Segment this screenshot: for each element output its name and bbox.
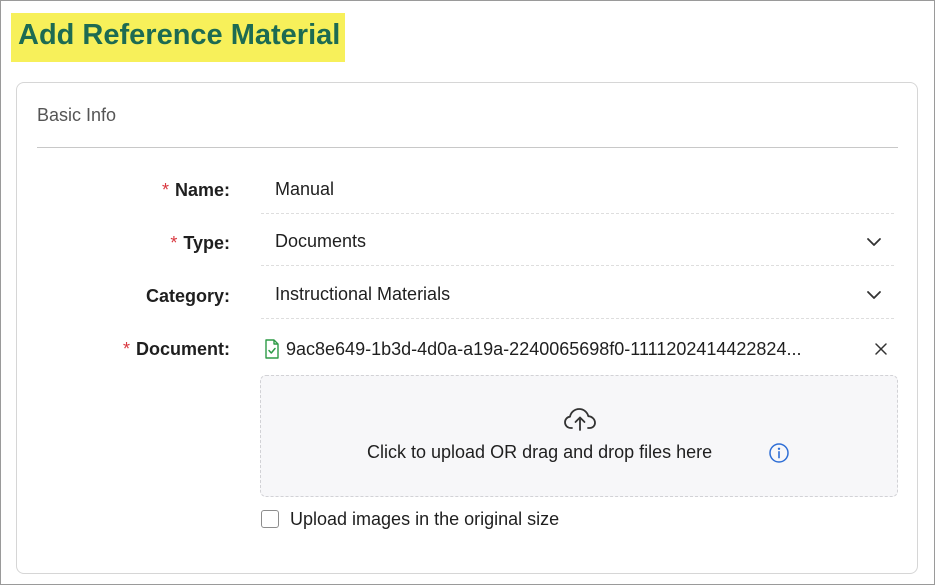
close-icon[interactable] [873, 341, 889, 357]
card-header: Basic Info [37, 105, 117, 125]
type-select[interactable]: Documents [261, 220, 894, 266]
category-select[interactable]: Instructional Materials [261, 273, 894, 319]
uploaded-file-item[interactable]: 9ac8e649-1b3d-4d0a-a19a-2240065698f0-111… [261, 335, 901, 363]
page-title: Add Reference Material [11, 13, 345, 62]
dropzone-instruction: Click to upload OR drag and drop files h… [367, 442, 713, 462]
name-field[interactable]: Manual [261, 168, 894, 214]
uploaded-file-name[interactable]: 9ac8e649-1b3d-4d0a-a19a-2240065698f0-111… [286, 339, 866, 360]
document-label: * Document: [122, 339, 230, 359]
original-size-checkbox[interactable] [261, 510, 279, 528]
required-marker: * [170, 233, 178, 253]
card-divider [37, 147, 898, 148]
original-size-checkbox-label[interactable]: Upload images in the original size [290, 509, 559, 530]
chevron-down-icon[interactable] [866, 234, 882, 250]
info-icon[interactable] [768, 442, 790, 464]
name-label: * Name: [161, 180, 230, 200]
category-label: Category: [145, 286, 230, 306]
chevron-down-icon[interactable] [866, 287, 882, 303]
required-marker: * [161, 180, 169, 200]
cloud-upload-icon [564, 408, 596, 431]
name-input[interactable]: Manual [275, 179, 334, 200]
file-upload-dropzone[interactable]: Click to upload OR drag and drop files h… [260, 375, 898, 497]
required-marker: * [122, 339, 130, 359]
type-select-value: Documents [275, 231, 367, 251]
category-select-value: Instructional Materials [275, 284, 451, 304]
file-check-icon [265, 339, 279, 359]
type-label: * Type: [170, 233, 230, 253]
basic-info-card: Basic Info * Name: Manual * Type: Document… [16, 82, 918, 574]
